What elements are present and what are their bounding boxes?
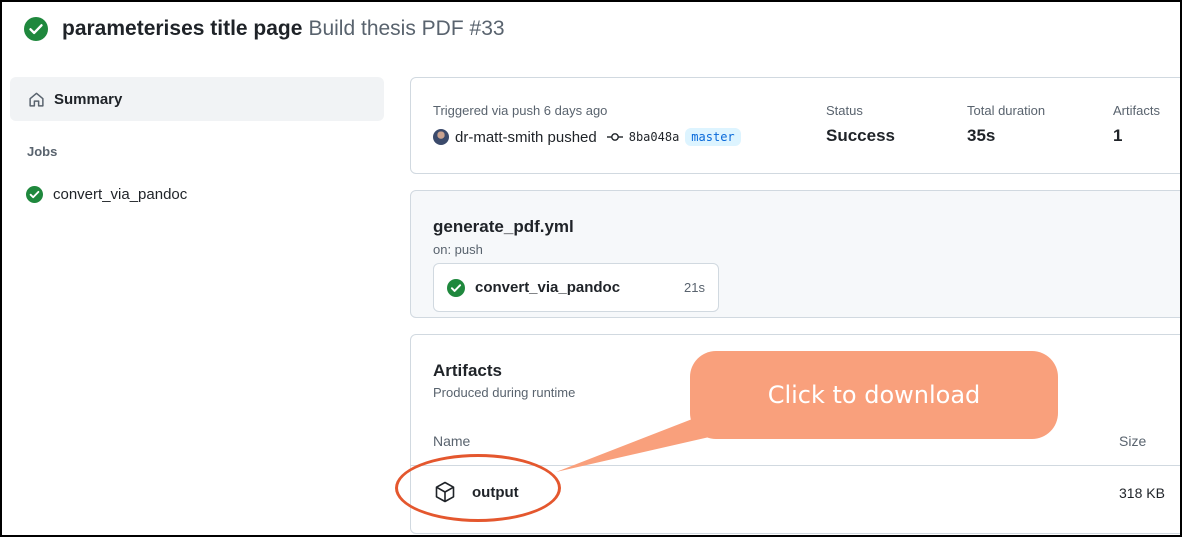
check-circle-icon	[24, 17, 48, 41]
workflow-file-name: generate_pdf.yml	[433, 217, 574, 236]
job-name: convert_via_pandoc	[475, 279, 621, 296]
duration-label: Total duration	[967, 103, 1046, 118]
run-summary-card: Triggered via push 6 days ago dr-matt-sm…	[410, 77, 1182, 174]
avatar[interactable]	[433, 129, 449, 145]
artifacts-count-label: Artifacts	[1113, 103, 1160, 118]
sidebar-item-job[interactable]: convert_via_pandoc	[26, 186, 187, 203]
sidebar-item-label: Summary	[54, 90, 123, 108]
status-label: Status	[826, 103, 863, 118]
status-stat: Status Success	[826, 103, 895, 146]
actor-link[interactable]: dr-matt-smith pushed	[455, 129, 597, 146]
check-circle-icon	[447, 278, 465, 297]
trigger-info: Triggered via push 6 days ago	[433, 103, 608, 118]
duration-value: 35s	[967, 126, 996, 145]
callout-bubble: Click to download	[690, 351, 1058, 439]
home-icon	[28, 91, 45, 108]
artifacts-stat: Artifacts 1	[1113, 103, 1160, 146]
branch-badge[interactable]: master	[685, 128, 741, 146]
workflow-run-name: Build thesis PDF #33	[308, 17, 505, 40]
column-header-size: Size	[1119, 433, 1147, 449]
artifacts-title: Artifacts	[433, 361, 502, 380]
commit-sha-link[interactable]: 8ba048a	[629, 130, 680, 144]
commit-icon	[606, 130, 623, 144]
sidebar-item-summary[interactable]: Summary	[10, 77, 384, 121]
workflow-graph-card: generate_pdf.yml on: push convert_via_pa…	[410, 190, 1182, 318]
artifact-size: 318 KB	[1119, 485, 1165, 501]
job-node[interactable]: convert_via_pandoc 21s	[433, 263, 719, 312]
jobs-heading: Jobs	[27, 144, 58, 159]
artifacts-subtitle: Produced during runtime	[433, 385, 576, 400]
check-circle-icon	[26, 186, 43, 203]
column-header-name: Name	[433, 433, 471, 449]
highlight-ring	[395, 454, 561, 522]
commit-title: parameterises title page	[62, 17, 303, 40]
workflow-trigger: on: push	[433, 242, 483, 257]
sidebar-job-label: convert_via_pandoc	[53, 186, 188, 203]
artifacts-count-value[interactable]: 1	[1113, 126, 1160, 146]
job-duration: 21s	[684, 280, 705, 295]
status-value: Success	[826, 126, 895, 145]
push-info: dr-matt-smith pushed 8ba048a master	[433, 128, 741, 146]
duration-stat: Total duration 35s	[967, 103, 1045, 146]
page-header: parameterises title page Build thesis PD…	[24, 16, 505, 42]
